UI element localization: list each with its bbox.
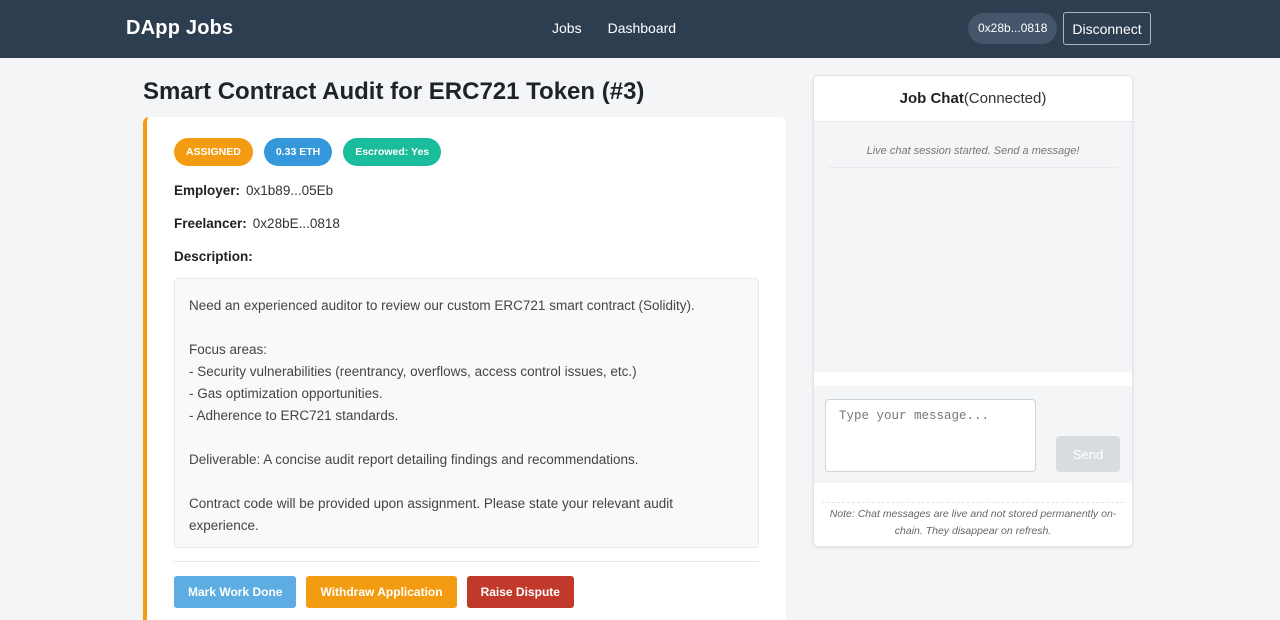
send-button[interactable]: Send <box>1056 436 1120 472</box>
top-navbar: DApp Jobs Jobs Dashboard 0x28b...0818 Di… <box>0 0 1280 58</box>
brand-logo[interactable]: DApp Jobs <box>126 17 233 40</box>
description-focus-item: - Security vulnerabilities (reentrancy, … <box>189 364 637 379</box>
description-closing: Contract code will be provided upon assi… <box>189 496 674 533</box>
chat-header: Job Chat(Connected) <box>814 76 1132 122</box>
employer-address: 0x1b89...05Eb <box>246 183 334 198</box>
chat-title: Job Chat <box>899 90 964 107</box>
description-box: Need an experienced auditor to review ou… <box>174 278 759 548</box>
freelancer-label: Freelancer: <box>174 216 247 231</box>
freelancer-field: Freelancer: 0x28bE...0818 <box>174 216 340 231</box>
job-chat-panel: Job Chat(Connected) Live chat session st… <box>813 75 1133 547</box>
nav-link-jobs[interactable]: Jobs <box>552 20 582 36</box>
freelancer-address: 0x28bE...0818 <box>252 216 340 231</box>
description-focus-title: Focus areas: <box>189 342 268 357</box>
chat-message-input[interactable] <box>825 399 1036 472</box>
divider <box>174 561 759 562</box>
chat-connection-status: (Connected) <box>963 90 1047 107</box>
description-focus-item: - Adherence to ERC721 standards. <box>189 408 399 423</box>
description-label: Description: <box>174 249 253 264</box>
description-intro: Need an experienced auditor to review ou… <box>189 298 695 313</box>
raise-dispute-button[interactable]: Raise Dispute <box>466 576 574 608</box>
amount-badge: 0.33 ETH <box>263 138 333 166</box>
description-focus-item: - Gas optimization opportunities. <box>189 386 383 401</box>
employer-field: Employer: 0x1b89...05Eb <box>174 183 333 198</box>
chat-system-message: Live chat session started. Send a messag… <box>828 145 1118 168</box>
status-badge: ASSIGNED <box>174 138 253 166</box>
wallet-address-pill: 0x28b...0818 <box>968 13 1058 44</box>
chat-messages-area[interactable]: Live chat session started. Send a messag… <box>814 122 1132 372</box>
nav-links: Jobs Dashboard <box>552 20 676 36</box>
job-title: Smart Contract Audit for ERC721 Token (#… <box>143 78 645 105</box>
job-detail-card: ASSIGNED 0.33 ETH Escrowed: Yes Employer… <box>143 117 786 620</box>
chat-note: Note: Chat messages are live and not sto… <box>822 502 1124 540</box>
withdraw-application-button[interactable]: Withdraw Application <box>306 576 457 608</box>
escrow-badge: Escrowed: Yes <box>343 138 442 166</box>
chat-input-area: Send <box>814 386 1132 483</box>
employer-label: Employer: <box>174 183 241 198</box>
disconnect-button[interactable]: Disconnect <box>1063 12 1151 45</box>
description-deliverable: Deliverable: A concise audit report deta… <box>189 452 639 467</box>
mark-work-done-button[interactable]: Mark Work Done <box>174 576 297 608</box>
job-actions: Mark Work Done Withdraw Application Rais… <box>174 576 574 608</box>
nav-link-dashboard[interactable]: Dashboard <box>608 20 677 36</box>
job-badges: ASSIGNED 0.33 ETH Escrowed: Yes <box>174 138 442 166</box>
